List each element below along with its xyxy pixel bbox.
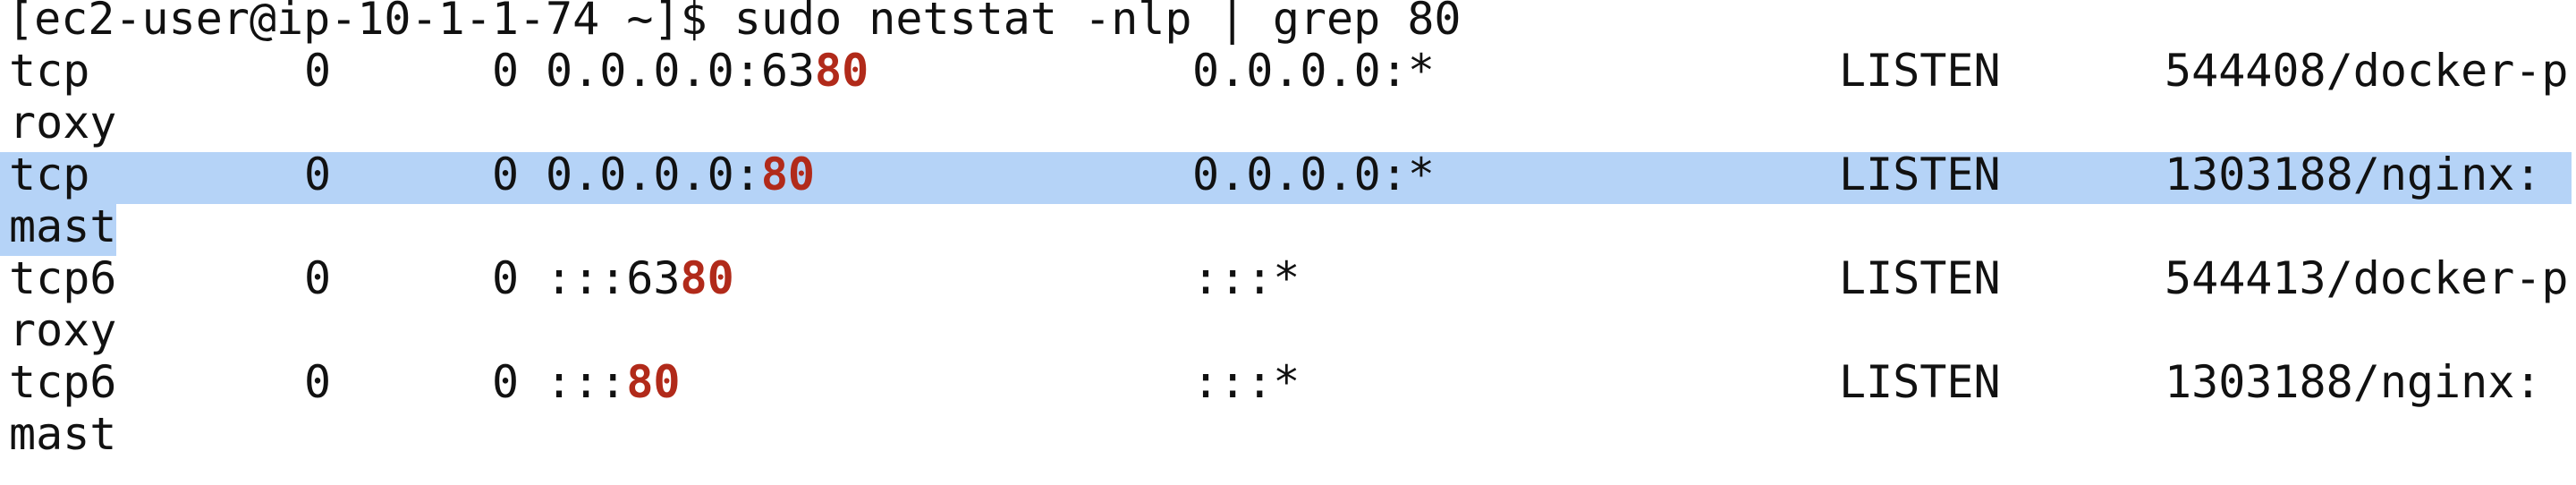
send-q-cell: 0 (492, 252, 520, 304)
local-address-prefix: :::63 (546, 252, 681, 304)
proto-cell: tcp (9, 149, 90, 200)
state-cell: LISTEN (1839, 149, 2001, 200)
local-address-prefix: 0.0.0.0:63 (546, 45, 816, 97)
send-q-cell: 0 (492, 45, 520, 97)
grep-match-highlight: 80 (760, 149, 816, 200)
local-address-cell: 0.0.0.0:80 (546, 149, 815, 200)
grep-match-highlight: 80 (680, 252, 734, 304)
grep-match-highlight: 80 (626, 356, 681, 408)
send-q-cell: 0 (492, 149, 520, 200)
local-address-cell: :::80 (546, 356, 681, 408)
foreign-address-cell: 0.0.0.0:* (1192, 45, 1435, 97)
local-address-cell: :::6380 (546, 252, 734, 304)
state-cell: LISTEN (1839, 252, 2001, 304)
output-row: tcp6 0 0:::6380:::* LISTEN 544413/docker-p (0, 252, 2576, 304)
pid-program-wrap: roxy (9, 304, 117, 356)
grep-match-highlight: 80 (815, 45, 869, 97)
foreign-address-cell: :::* (1192, 356, 1301, 408)
output-row: tcp 0 0 0.0.0.0:6380 0.0.0.0:* LISTEN 544408/d… (0, 45, 2576, 97)
foreign-address-cell: 0.0.0.0:* (1192, 149, 1435, 200)
recv-q-cell: 0 (304, 149, 332, 200)
proto-cell: tcp6 (9, 356, 117, 408)
foreign-address-cell: :::* (1192, 252, 1301, 304)
pid-program-cell: 1303188/nginx: (2165, 356, 2542, 408)
prompt-line: [ec2-user@ip-10-1-1-74 ~]$ sudo netstat … (0, 0, 2576, 45)
local-address-prefix: 0.0.0.0: (546, 149, 761, 200)
local-address-cell: 0.0.0.0:6380 (546, 45, 869, 97)
recv-q-cell: 0 (304, 356, 332, 408)
output-row-wrap: mast (0, 200, 2576, 252)
recv-q-cell: 0 (304, 45, 332, 97)
output-row: tcp 0 0 0.0.0.0:80 0.0.0.0:* LISTEN 1303188/ng… (0, 149, 2576, 200)
state-cell: LISTEN (1839, 356, 2001, 408)
local-address-prefix: ::: (546, 356, 627, 408)
state-cell: LISTEN (1839, 45, 2001, 97)
proto-cell: tcp (9, 45, 90, 97)
output-row-wrap: mast (0, 408, 2576, 460)
recv-q-cell: 0 (304, 252, 332, 304)
pid-program-wrap: roxy (9, 97, 117, 149)
output-row-wrap: roxy (0, 97, 2576, 149)
terminal-window[interactable]: [ec2-user@ip-10-1-1-74 ~]$ sudo netstat … (0, 0, 2576, 485)
pid-program-wrap: mast (9, 408, 117, 460)
output-row: tcp6 0 0:::80:::* LISTEN 1303188/nginx: (0, 356, 2576, 408)
pid-program-wrap: mast (9, 200, 117, 252)
pid-program-cell: 544408/docker-p (2165, 45, 2569, 97)
pid-program-cell: 544413/docker-p (2165, 252, 2569, 304)
pid-program-cell: 1303188/nginx: (2165, 149, 2542, 200)
prompt-command-text: [ec2-user@ip-10-1-1-74 ~]$ sudo netstat … (7, 0, 1462, 45)
proto-cell: tcp6 (9, 252, 117, 304)
output-row-wrap: roxy (0, 304, 2576, 356)
send-q-cell: 0 (492, 356, 520, 408)
